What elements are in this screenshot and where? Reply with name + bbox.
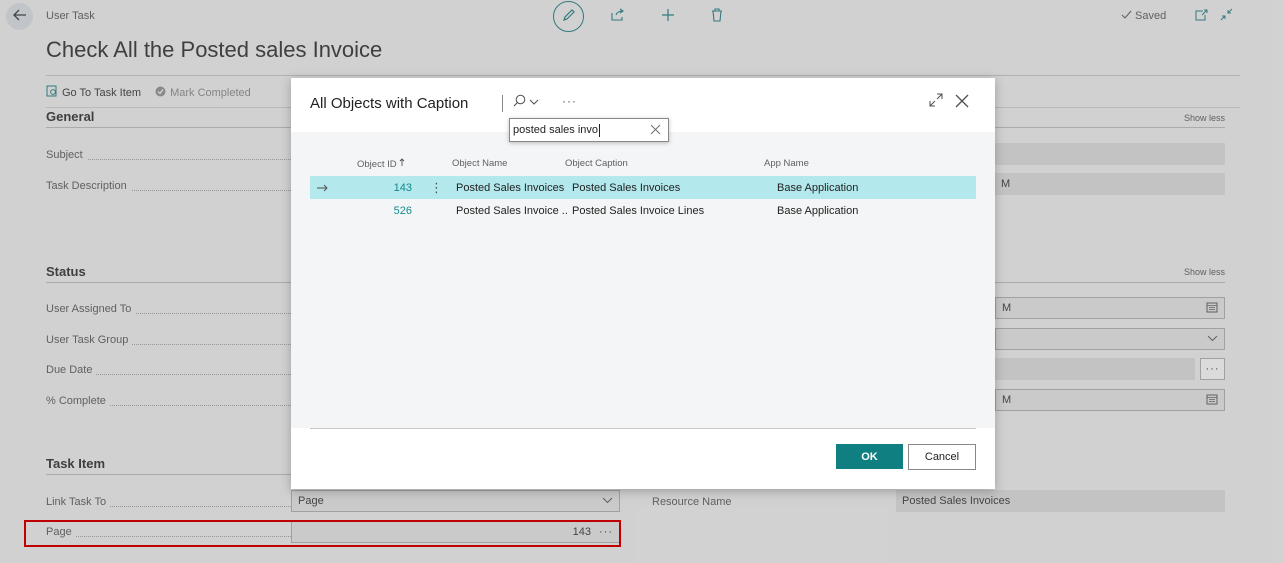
row-menu-icon[interactable]: ⋮ <box>430 176 440 199</box>
column-header-object-id[interactable]: Object ID <box>357 158 405 170</box>
table-row[interactable]: 526 Posted Sales Invoice ... Posted Sale… <box>310 199 976 222</box>
object-name-cell: Posted Sales Invoices <box>456 181 565 194</box>
close-button[interactable] <box>955 94 969 111</box>
app-name-cell: Base Application <box>777 204 859 217</box>
table-row[interactable]: 143 ⋮ Posted Sales Invoices Posted Sales… <box>310 176 976 199</box>
object-name-cell: Posted Sales Invoice ... <box>456 204 568 217</box>
row-arrow-icon <box>317 176 328 199</box>
column-header-app-name[interactable]: App Name <box>764 158 809 169</box>
ok-button[interactable]: OK <box>836 444 903 469</box>
more-options-button[interactable]: ··· <box>562 94 577 108</box>
more-icon: ··· <box>562 94 577 108</box>
search-toggle-button[interactable] <box>513 94 539 110</box>
column-header-object-caption[interactable]: Object Caption <box>565 158 628 169</box>
chevron-down-icon <box>529 96 539 108</box>
object-id-cell[interactable]: 526 <box>382 199 412 222</box>
search-input[interactable]: posted sales invo <box>509 118 669 142</box>
expand-icon <box>929 93 943 110</box>
dialog-title: All Objects with Caption <box>310 95 469 112</box>
expand-button[interactable] <box>929 93 943 110</box>
cancel-button[interactable]: Cancel <box>908 444 976 470</box>
column-header-object-name[interactable]: Object Name <box>452 158 507 169</box>
all-objects-dialog: All Objects with Caption ··· posted sale… <box>291 78 995 489</box>
clear-icon[interactable] <box>650 124 661 138</box>
object-id-cell[interactable]: 143 <box>382 176 412 199</box>
object-caption-cell: Posted Sales Invoice Lines <box>572 204 705 217</box>
sort-up-icon <box>399 158 405 170</box>
close-icon <box>955 94 969 111</box>
object-caption-cell: Posted Sales Invoices <box>572 181 681 194</box>
title-separator <box>502 95 503 112</box>
search-icon <box>513 94 526 110</box>
app-name-cell: Base Application <box>777 181 859 194</box>
list-bottom-divider <box>310 428 976 429</box>
